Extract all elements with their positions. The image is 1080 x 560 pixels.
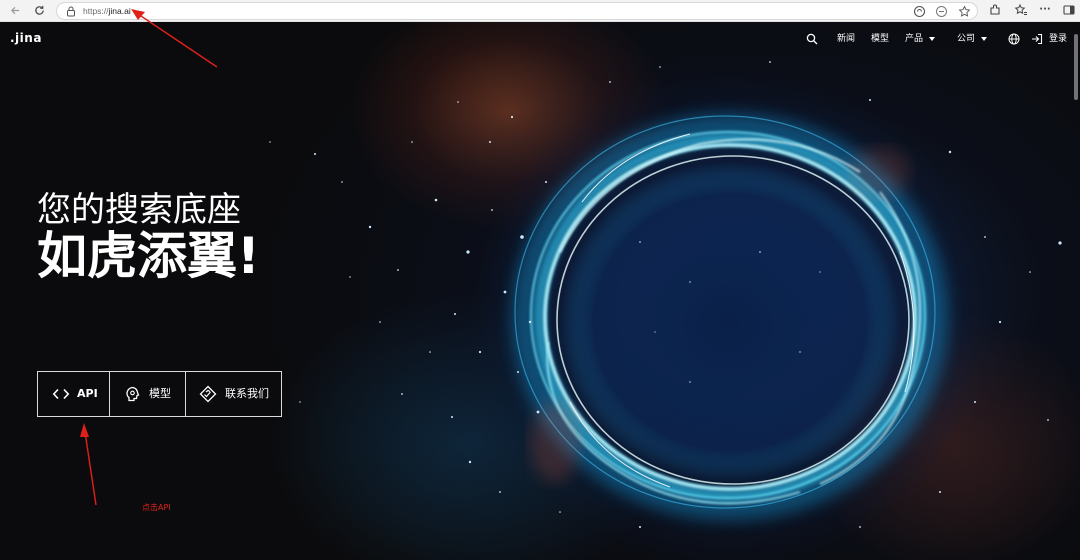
contact-us-button[interactable]: 联系我们 (185, 372, 282, 416)
address-bar[interactable]: https://jina.ai (56, 2, 978, 20)
login-icon[interactable] (1031, 33, 1043, 45)
annotation-label: 点击API (142, 503, 171, 512)
chevron-down-icon (981, 36, 988, 41)
tracking-icon[interactable] (935, 5, 948, 18)
favorite-star-icon[interactable] (958, 5, 971, 18)
refresh-icon[interactable] (31, 3, 47, 19)
models-button[interactable]: 模型 (109, 372, 185, 416)
glowing-ring-illustration (269, 61, 1062, 528)
url-text: https://jina.ai (83, 6, 131, 16)
models-button-label: 模型 (149, 387, 171, 400)
nav-company-label: 公司 (957, 34, 976, 44)
handshake-icon (199, 385, 217, 403)
cta-button-group: API 模型 联系我们 (37, 371, 282, 417)
nav-login[interactable]: 登录 (1049, 30, 1067, 48)
contact-us-button-label: 联系我们 (225, 387, 269, 400)
globe-icon[interactable] (1008, 33, 1020, 45)
hero-title: 如虎添翼! (37, 227, 260, 285)
code-brackets-icon (52, 388, 70, 400)
site-nav: 新闻 模型 产品 公司 登录 (0, 30, 1080, 48)
page-viewport: .jina 新闻 模型 产品 公司 登录 您的搜索底座 如虎添翼! API 模型… (0, 22, 1080, 560)
nav-products-label: 产品 (905, 34, 924, 44)
hero-subtitle: 您的搜索底座 (37, 190, 241, 230)
chevron-down-icon (929, 36, 936, 41)
read-aloud-icon[interactable] (913, 5, 926, 18)
browser-toolbar: https://jina.ai ··· (0, 0, 1080, 22)
more-icon[interactable]: ··· (1038, 3, 1052, 17)
lock-icon (67, 6, 75, 17)
back-arrow-icon[interactable] (7, 3, 23, 19)
api-button[interactable]: API (38, 372, 109, 416)
favorites-icon[interactable] (1014, 3, 1028, 17)
api-button-label: API (77, 387, 98, 400)
sidebar-icon[interactable] (1062, 3, 1076, 17)
brain-icon (126, 386, 140, 402)
search-icon[interactable] (806, 33, 818, 45)
nav-news[interactable]: 新闻 (837, 30, 855, 48)
nav-products[interactable]: 产品 (905, 30, 936, 48)
nav-company[interactable]: 公司 (957, 30, 988, 48)
nav-models[interactable]: 模型 (871, 30, 889, 48)
extensions-icon[interactable] (988, 3, 1002, 17)
